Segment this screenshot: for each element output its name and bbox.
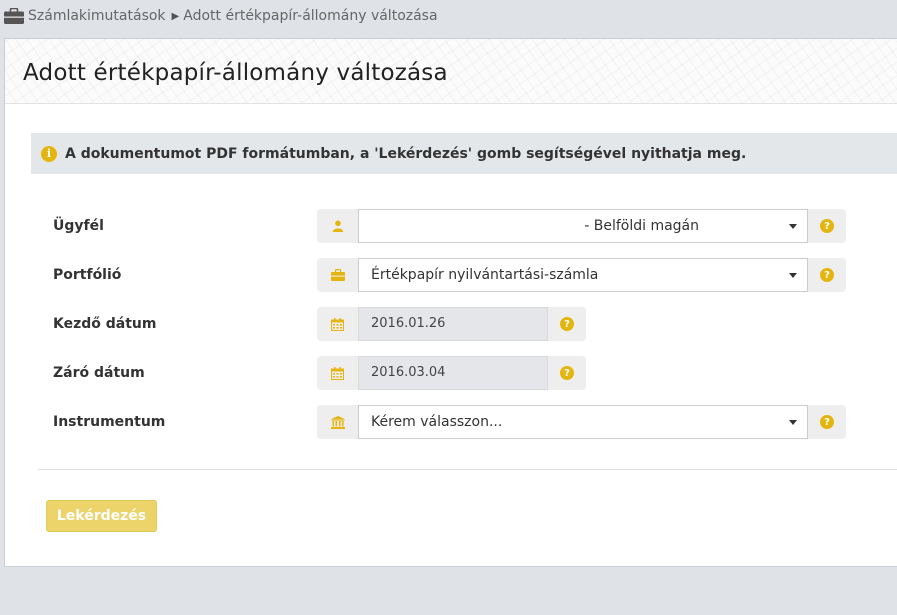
client-label: Ügyfél xyxy=(53,218,104,234)
start-date-help-button[interactable]: ? xyxy=(548,307,586,341)
breadcrumb-current: Adott értékpapír-állomány változása xyxy=(183,8,438,24)
chevron-down-icon xyxy=(789,224,797,229)
info-text: A dokumentumot PDF formátumban, a 'Lekér… xyxy=(65,145,747,162)
client-select-value: - Belföldi magán xyxy=(584,218,699,234)
info-banner: i A dokumentumot PDF formátumban, a 'Lek… xyxy=(31,133,897,174)
breadcrumb: Számlakimutatások ▶ Adott értékpapír-áll… xyxy=(4,6,438,26)
chevron-down-icon xyxy=(789,420,797,425)
chevron-down-icon xyxy=(789,273,797,278)
bank-icon xyxy=(317,405,358,439)
question-icon: ? xyxy=(820,268,834,282)
client-select[interactable]: - Belföldi magán xyxy=(358,209,808,243)
user-icon xyxy=(317,209,358,243)
client-help-button[interactable]: ? xyxy=(808,209,846,243)
question-icon: ? xyxy=(560,317,574,331)
instrument-select-value: Kérem válasszon... xyxy=(371,414,503,430)
briefcase-icon xyxy=(317,258,358,292)
briefcase-icon xyxy=(4,7,24,24)
start-date-row: Kezdő dátum 2016.01.26 ? xyxy=(5,307,897,341)
end-date-help-button[interactable]: ? xyxy=(548,356,586,390)
calendar-icon xyxy=(317,356,358,390)
form-divider xyxy=(38,469,897,470)
info-icon: i xyxy=(41,145,57,162)
instrument-label: Instrumentum xyxy=(53,414,166,430)
end-date-input[interactable]: 2016.03.04 xyxy=(358,356,548,390)
question-icon: ? xyxy=(560,366,574,380)
end-date-label: Záró dátum xyxy=(53,365,145,381)
instrument-row: Instrumentum Kérem válasszon... ? xyxy=(5,405,897,439)
portfolio-select[interactable]: Értékpapír nyilvántartási-számla xyxy=(358,258,808,292)
breadcrumb-parent-link[interactable]: Számlakimutatások xyxy=(28,8,166,24)
start-date-label: Kezdő dátum xyxy=(53,316,157,332)
instrument-select[interactable]: Kérem válasszon... xyxy=(358,405,808,439)
question-icon: ? xyxy=(820,415,834,429)
main-panel: Adott értékpapír-állomány változása i A … xyxy=(4,38,897,567)
client-row: Ügyfél - Belföldi magán ? xyxy=(5,209,897,243)
panel-header: Adott értékpapír-állomány változása xyxy=(5,39,897,104)
portfolio-select-value: Értékpapír nyilvántartási-számla xyxy=(371,267,599,283)
calendar-icon xyxy=(317,307,358,341)
end-date-row: Záró dátum 2016.03.04 ? xyxy=(5,356,897,390)
query-button[interactable]: Lekérdezés xyxy=(46,500,157,532)
portfolio-label: Portfólió xyxy=(53,267,122,283)
question-icon: ? xyxy=(820,219,834,233)
breadcrumb-separator-icon: ▶ xyxy=(171,10,180,22)
portfolio-help-button[interactable]: ? xyxy=(808,258,846,292)
start-date-input[interactable]: 2016.01.26 xyxy=(358,307,548,341)
portfolio-row: Portfólió Értékpapír nyilvántartási-szám… xyxy=(5,258,897,292)
instrument-help-button[interactable]: ? xyxy=(808,405,846,439)
page-title: Adott értékpapír-állomány változása xyxy=(23,60,448,86)
